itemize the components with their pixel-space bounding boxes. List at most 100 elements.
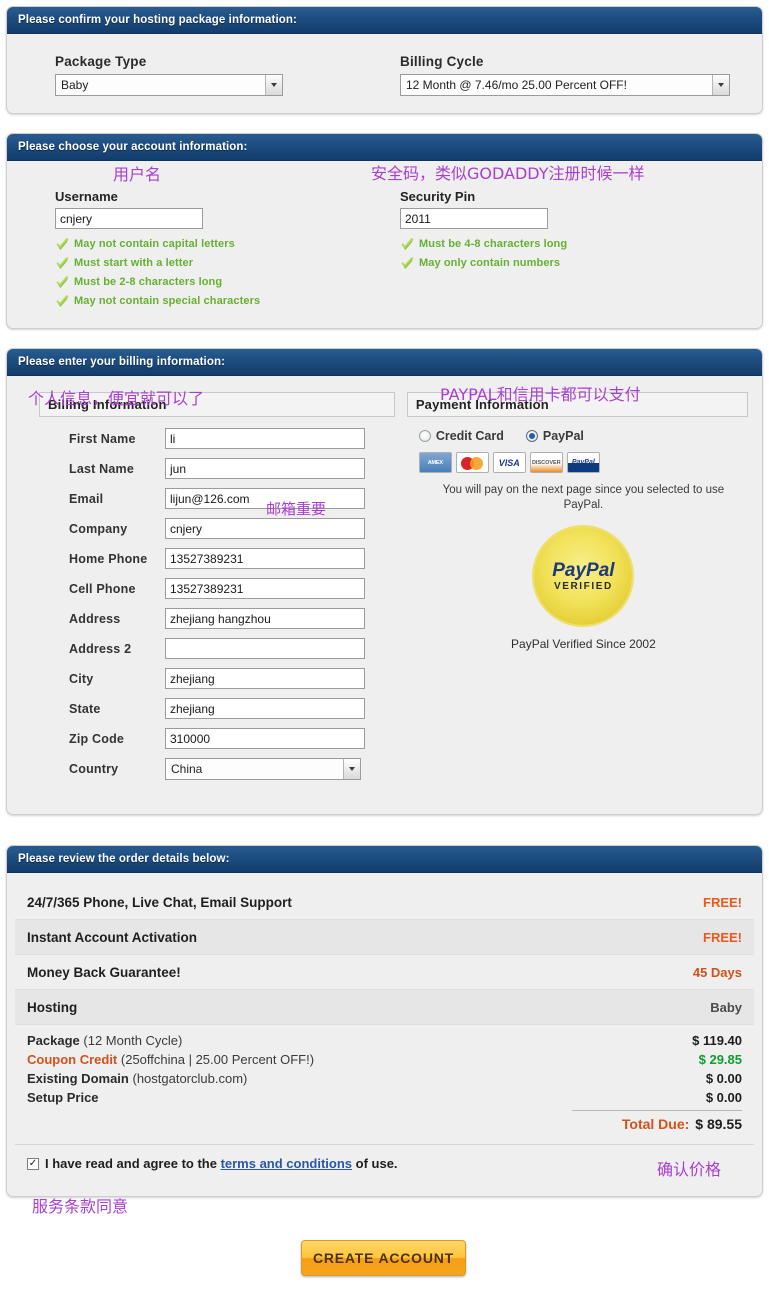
table-row: 24/7/365 Phone, Live Chat, Email Support… <box>15 885 754 920</box>
billing-fields: First Name li Last Name jun Email lijun@… <box>39 428 395 780</box>
field-value: cnjery <box>170 521 203 536</box>
feature-value: 45 Days <box>692 964 742 980</box>
feature-label: Hosting <box>27 999 78 1015</box>
rule-text: Must be 4-8 characters long <box>419 238 568 250</box>
field-label: First Name <box>69 431 136 446</box>
price-row-setup-price: Setup Price $ 0.00 <box>27 1090 742 1105</box>
field-label: Zip Code <box>69 731 125 746</box>
paypal-verified-seal-icon: PayPal VERIFIED <box>530 523 637 629</box>
zip-code-input[interactable]: 310000 <box>165 728 365 749</box>
feature-label: Instant Account Activation <box>27 929 198 945</box>
feature-value: Baby <box>710 999 742 1015</box>
security-pin-group: Security Pin 2011 Must be 4-8 characters… <box>400 189 745 313</box>
billing-cycle-label: Billing Cycle <box>400 54 484 69</box>
accepted-cards: AMEX VISA DISCOVER PayPal <box>418 452 748 473</box>
field-last-name: Last Name jun <box>69 458 395 479</box>
country-select[interactable]: China <box>165 757 361 780</box>
package-type-label: Package Type <box>55 54 147 69</box>
package-type-select[interactable]: Baby <box>55 74 283 96</box>
price-value: $ 29.85 <box>698 1052 742 1067</box>
annotation-payment: PAYPAL和信用卡都可以支付 <box>440 385 641 404</box>
state-input[interactable]: zhejiang <box>165 698 365 719</box>
price-name: Package <box>27 1033 80 1048</box>
annotation-confirm-price: 确认价格 <box>657 1160 722 1179</box>
rule-text: May only contain numbers <box>419 257 561 269</box>
field-value: li <box>170 431 176 446</box>
terms-pre: I have read and agree to the <box>45 1156 221 1171</box>
username-input[interactable]: cnjery <box>55 208 203 229</box>
field-label: Address 2 <box>69 641 132 656</box>
field-home-phone: Home Phone 13527389231 <box>69 548 395 569</box>
seal-title: PayPal <box>552 559 615 581</box>
account-information-header-text: Please choose your account information: <box>18 141 248 153</box>
last-name-input[interactable]: jun <box>165 458 365 479</box>
field-value: 13527389231 <box>170 551 244 566</box>
check-icon <box>55 256 70 270</box>
mastercard-icon <box>455 452 489 473</box>
security-pin-input[interactable]: 2011 <box>400 208 548 229</box>
feature-value: FREE! <box>703 894 742 910</box>
field-label: Cell Phone <box>69 581 136 596</box>
order-details-header-text: Please review the order details below: <box>18 853 230 865</box>
annotation-username: 用户名 <box>113 165 162 184</box>
price-note: (hostgatorclub.com) <box>132 1071 248 1086</box>
field-zip-code: Zip Code 310000 <box>69 728 395 749</box>
company-input[interactable]: cnjery <box>165 518 365 539</box>
price-breakdown: Package (12 Month Cycle) $ 119.40 Coupon… <box>15 1025 754 1132</box>
order-feature-list: 24/7/365 Phone, Live Chat, Email Support… <box>15 885 754 1025</box>
field-value: 310000 <box>170 731 211 746</box>
total-divider <box>572 1110 742 1111</box>
check-icon <box>400 237 415 251</box>
terms-and-conditions-link[interactable]: terms and conditions <box>221 1156 352 1171</box>
total-due-row: Total Due: $ 89.55 <box>27 1116 742 1132</box>
order-details-header: Please review the order details below: <box>7 846 762 873</box>
annotation-email: 邮箱重要 <box>266 500 327 518</box>
total-due-value: $ 89.55 <box>695 1116 742 1132</box>
account-information-header: Please choose your account information: <box>7 134 762 161</box>
chevron-down-icon[interactable] <box>343 758 360 779</box>
check-icon <box>400 256 415 270</box>
username-rules-list: May not contain capital letters Must sta… <box>55 237 400 308</box>
billing-cycle-group: Billing Cycle 12 Month @ 7.46/mo 25.00 P… <box>400 54 745 96</box>
home-phone-input[interactable]: 13527389231 <box>165 548 365 569</box>
city-input[interactable]: zhejiang <box>165 668 365 689</box>
order-form-page: Please confirm your hosting package info… <box>0 0 769 1289</box>
create-account-button[interactable]: CREATE ACCOUNT <box>301 1240 466 1276</box>
paypal-verified-caption: PayPal Verified Since 2002 <box>511 637 656 651</box>
billing-cycle-select[interactable]: 12 Month @ 7.46/mo 25.00 Percent OFF! <box>400 74 730 96</box>
field-email: Email lijun@126.com <box>69 488 395 509</box>
field-value: 13527389231 <box>170 581 244 596</box>
hosting-package-header: Please confirm your hosting package info… <box>7 7 762 34</box>
field-value: jun <box>170 461 187 476</box>
field-label: Company <box>69 521 128 536</box>
pin-rules-list: Must be 4-8 characters long May only con… <box>400 237 745 270</box>
chevron-down-icon[interactable] <box>712 75 729 95</box>
price-name: Coupon Credit <box>27 1052 118 1067</box>
check-icon <box>55 294 70 308</box>
price-note: (12 Month Cycle) <box>83 1033 183 1048</box>
price-row-coupon: Coupon Credit (25offchina | 25.00 Percen… <box>27 1052 742 1067</box>
credit-card-radio[interactable] <box>418 430 431 442</box>
address-input[interactable]: zhejiang hangzhou <box>165 608 365 629</box>
table-row: Hosting Baby <box>15 990 754 1025</box>
seal-subtitle: VERIFIED <box>553 580 613 592</box>
billing-cycle-value: 12 Month @ 7.46/mo 25.00 Percent OFF! <box>406 78 627 92</box>
terms-post: of use. <box>352 1156 398 1171</box>
first-name-input[interactable]: li <box>165 428 365 449</box>
field-value: zhejiang hangzhou <box>170 611 271 626</box>
rule-text: Must start with a letter <box>74 257 194 269</box>
total-due-label: Total Due: <box>621 1116 690 1132</box>
paypal-radio[interactable] <box>525 430 538 442</box>
billing-information-panel: Please enter your billing information: B… <box>6 348 763 815</box>
security-pin-value: 2011 <box>405 211 431 226</box>
field-label: Country <box>69 761 119 776</box>
terms-checkbox[interactable]: ✓ <box>27 1157 39 1170</box>
price-name: Setup Price <box>27 1090 99 1105</box>
order-details-body: 24/7/365 Phone, Live Chat, Email Support… <box>7 873 762 1181</box>
chevron-down-icon[interactable] <box>265 75 282 95</box>
cell-phone-input[interactable]: 13527389231 <box>165 578 365 599</box>
paypal-label: PayPal <box>542 429 584 443</box>
price-value: $ 0.00 <box>705 1071 742 1086</box>
address2-input[interactable] <box>165 638 365 659</box>
email-input[interactable]: lijun@126.com <box>165 488 365 509</box>
